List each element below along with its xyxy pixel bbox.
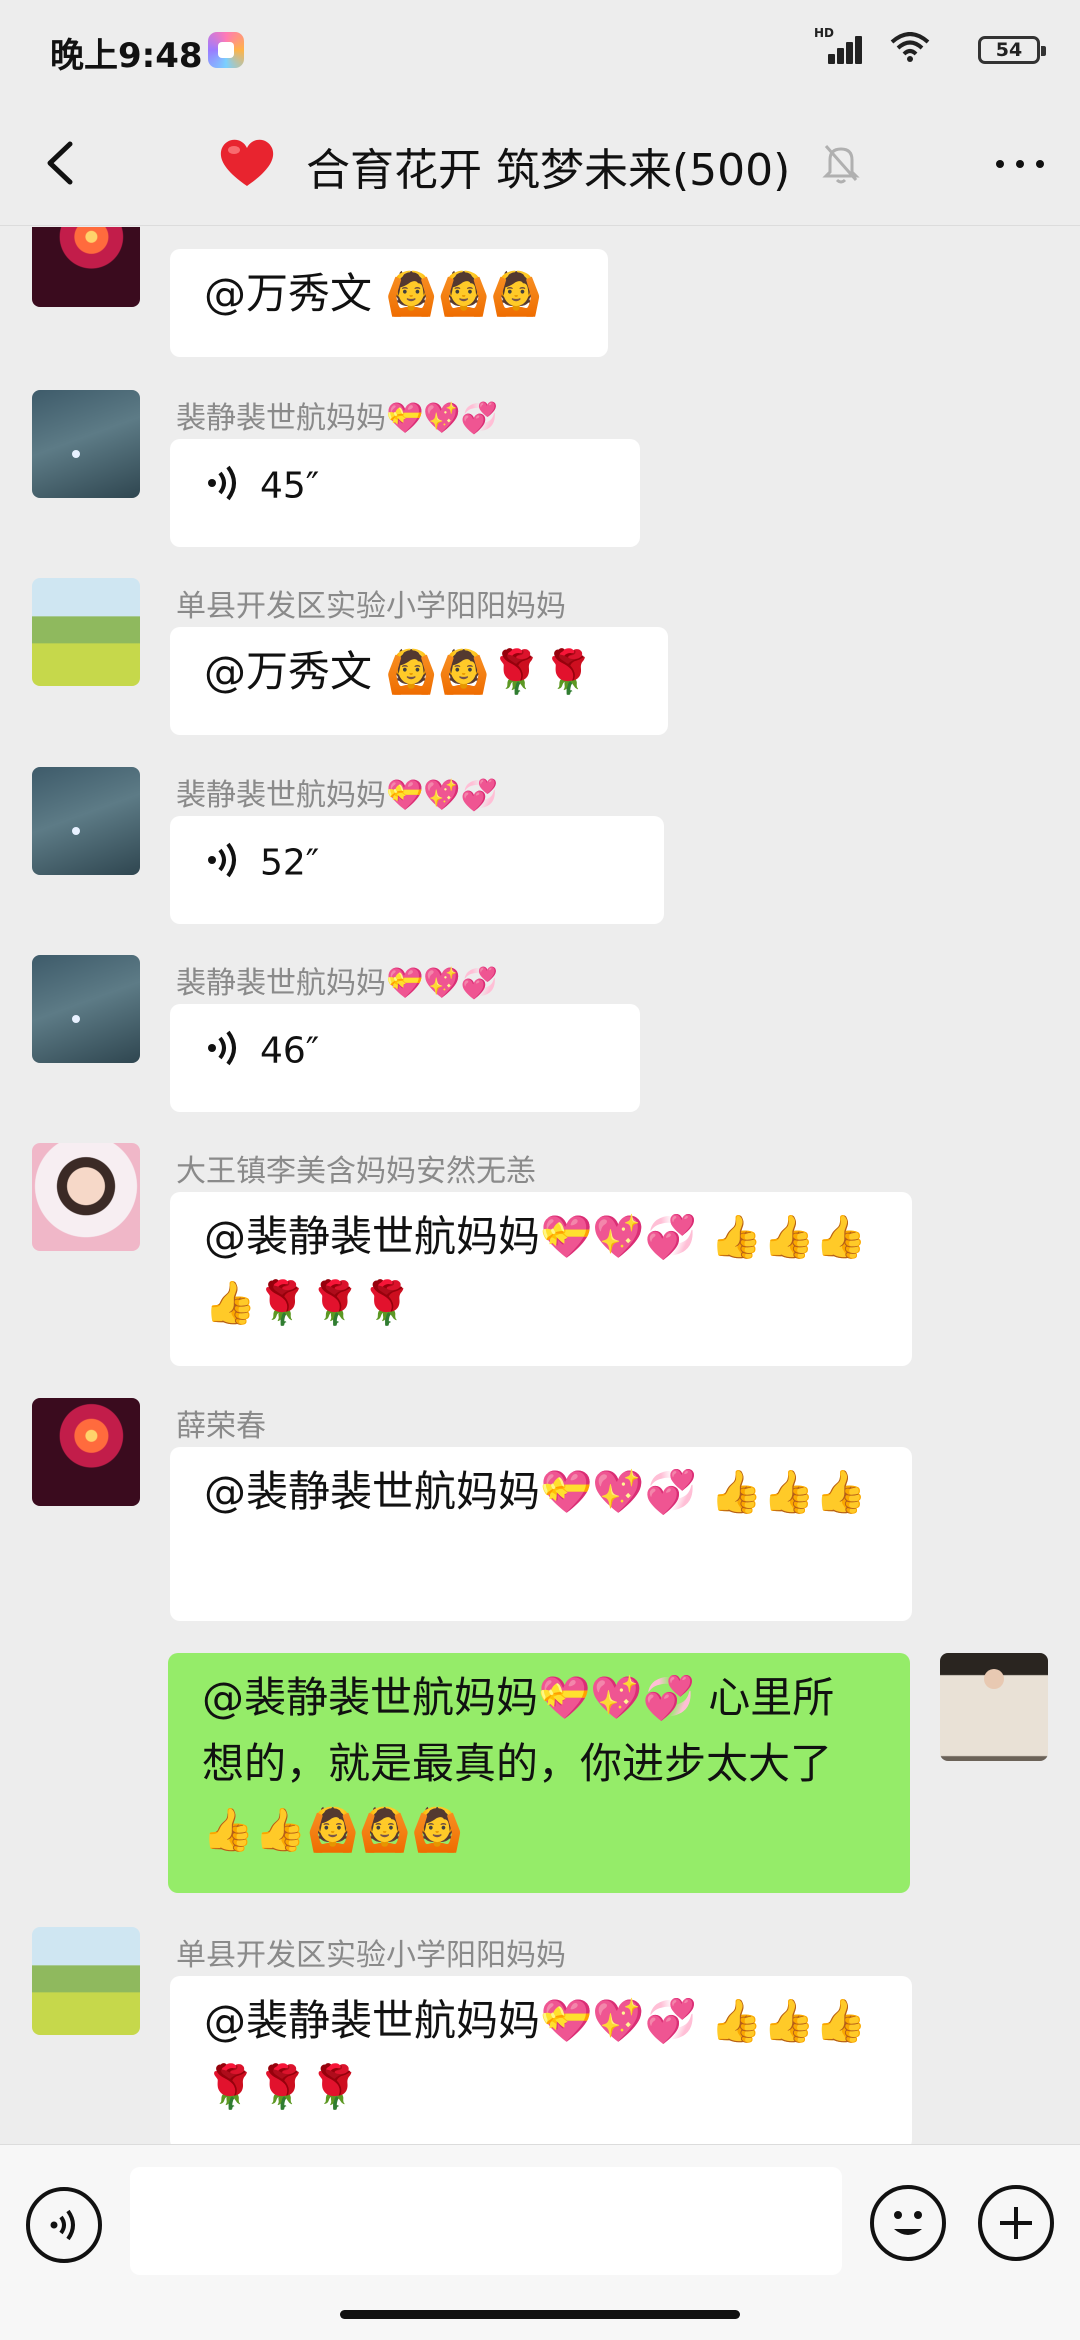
- message-text: @万秀文 🙆🙆🙆: [204, 269, 543, 318]
- avatar[interactable]: [32, 1927, 140, 2035]
- sender-name: 裴静裴世航妈妈💝💖💞: [176, 966, 499, 1001]
- bell-slash-icon: [822, 145, 860, 184]
- message-input[interactable]: [130, 2167, 842, 2275]
- sender-name: 大王镇李美含妈妈安然无恙: [176, 1154, 536, 1189]
- message-bubble[interactable]: @裴静裴世航妈妈💝💖💞 👍👍👍🌹🌹🌹: [170, 1976, 912, 2144]
- message-bubble[interactable]: @万秀文 🙆🙆🌹🌹: [170, 627, 668, 735]
- status-bar: 晚上9:48 HD 54: [0, 0, 1080, 100]
- voice-duration: 46″: [260, 1030, 320, 1072]
- sender-name: 单县开发区实验小学阳阳妈妈: [176, 589, 566, 624]
- battery-icon: 54: [978, 36, 1046, 64]
- sender-name: 单县开发区实验小学阳阳妈妈: [176, 1938, 566, 1973]
- avatar[interactable]: [32, 1398, 140, 1506]
- avatar[interactable]: [32, 227, 140, 307]
- voice-wave-icon: [208, 465, 236, 500]
- emoji-button[interactable]: [870, 2185, 946, 2261]
- avatar[interactable]: [32, 578, 140, 686]
- voice-input-icon: [50, 2209, 75, 2241]
- sender-name: 薛荣春: [176, 1409, 266, 1444]
- home-indicator[interactable]: [340, 2310, 740, 2319]
- voice-message-bubble[interactable]: 46″: [170, 1004, 640, 1112]
- app-notification-icon: [208, 32, 244, 68]
- avatar[interactable]: [32, 955, 140, 1063]
- chevron-left-icon[interactable]: [30, 130, 90, 196]
- avatar-self[interactable]: [940, 1653, 1048, 1761]
- voice-input-button[interactable]: [26, 2187, 102, 2263]
- network-type-label: HD: [814, 26, 835, 40]
- message-text: @裴静裴世航妈妈💝💖💞 👍👍👍🌹🌹🌹: [204, 1996, 868, 2111]
- avatar[interactable]: [32, 767, 140, 875]
- message-text: @裴静裴世航妈妈💝💖💞 👍👍👍: [204, 1467, 868, 1516]
- message-list[interactable]: @万秀文 🙆🙆🙆 裴静裴世航妈妈💝💖💞 45″ 单县开发区实验小学阳阳妈妈 @万…: [0, 227, 1080, 2144]
- plus-circle-icon: [1000, 2207, 1032, 2239]
- voice-message-bubble[interactable]: 52″: [170, 816, 664, 924]
- message-text: @裴静裴世航妈妈💝💖💞 心里所想的，就是最真的，你进步太大了👍👍🙆🙆🙆: [202, 1673, 835, 1854]
- voice-duration: 45″: [260, 465, 320, 507]
- message-bubble[interactable]: @万秀文 🙆🙆🙆: [170, 249, 608, 357]
- my-message-bubble[interactable]: @裴静裴世航妈妈💝💖💞 心里所想的，就是最真的，你进步太大了👍👍🙆🙆🙆: [168, 1653, 910, 1893]
- avatar[interactable]: [32, 390, 140, 498]
- sender-name: 裴静裴世航妈妈💝💖💞: [176, 401, 499, 436]
- emoji-face-icon: [894, 2211, 922, 2235]
- sender-name: 裴静裴世航妈妈💝💖💞: [176, 778, 499, 813]
- status-time: 晚上9:48: [50, 36, 203, 76]
- more-options-button[interactable]: [990, 140, 1050, 184]
- chat-title: 合育花开 筑梦未来(500): [306, 145, 791, 196]
- voice-wave-icon: [208, 1030, 236, 1065]
- heart-icon: [220, 139, 274, 186]
- voice-message-bubble[interactable]: 45″: [170, 439, 640, 547]
- message-text: @万秀文 🙆🙆🌹🌹: [204, 647, 595, 696]
- chat-header: 合育花开 筑梦未来(500): [0, 100, 1080, 226]
- avatar[interactable]: [32, 1143, 140, 1251]
- add-button[interactable]: [978, 2185, 1054, 2261]
- message-text: @裴静裴世航妈妈💝💖💞 👍👍👍👍🌹🌹🌹: [204, 1212, 868, 1327]
- message-bubble[interactable]: @裴静裴世航妈妈💝💖💞 👍👍👍: [170, 1447, 912, 1621]
- message-bubble[interactable]: @裴静裴世航妈妈💝💖💞 👍👍👍👍🌹🌹🌹: [170, 1192, 912, 1366]
- more-dots-icon: [996, 160, 1004, 168]
- voice-duration: 52″: [260, 842, 320, 884]
- voice-wave-icon: [208, 842, 236, 877]
- status-indicators: HD 54: [790, 26, 1050, 70]
- signal-icon: HD: [814, 26, 862, 66]
- wifi-icon: [890, 32, 930, 62]
